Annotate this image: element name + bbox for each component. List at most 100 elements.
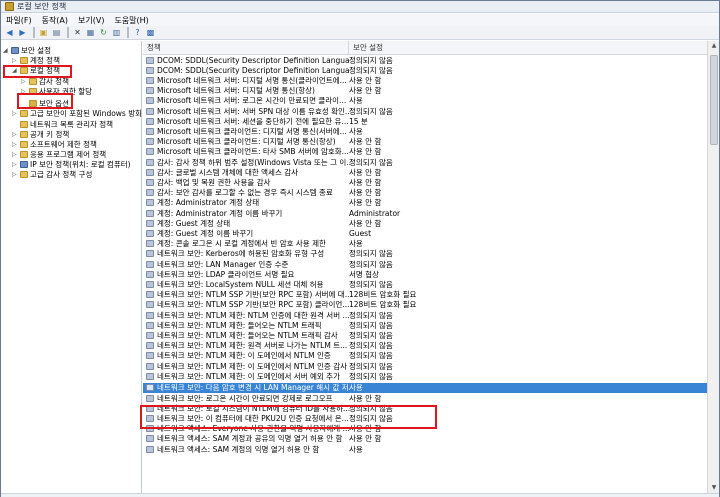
policy-row[interactable]: 네트워크 보안: NTLM SSP 기반(보안 RPC 포함) 클라이언... 1…	[143, 300, 707, 310]
policy-row[interactable]: Microsoft 네트워크 클라이언트: 디지털 서명 통신(서버에... 사용	[143, 126, 707, 136]
tree-item[interactable]: ◢ 보안 설정	[3, 45, 51, 55]
menu-action[interactable]: 동작(A)	[42, 15, 68, 26]
policy-row[interactable]: Microsoft 네트워크 서버: 세션을 중단하기 전에 필요한 유... 1…	[143, 116, 707, 126]
tree-item[interactable]: ▷ 고급 감사 정책 구성	[12, 169, 92, 179]
scroll-down-icon[interactable]: ▼	[708, 483, 720, 493]
tree-toggle-icon[interactable]: ▷	[12, 141, 18, 148]
scrollbar-thumb[interactable]	[710, 55, 718, 145]
tree-item[interactable]: ▷ 응용 프로그램 제어 정책	[12, 149, 106, 159]
policy-row[interactable]: Microsoft 네트워크 클라이언트: 타사 SMB 서버에 암호화... 사…	[143, 147, 707, 157]
policy-row[interactable]: 네트워크 보안: 로컬 시스템이 NTLM에 컴퓨터 ID를 사용하... 정의되…	[143, 403, 707, 413]
title-bar: 로컬 보안 정책	[1, 1, 719, 13]
policy-row[interactable]: 네트워크 보안: NTLM 제한: 이 도메인에서 NTLM 인증 감사 정의되지…	[143, 361, 707, 371]
policy-row[interactable]: Microsoft 네트워크 클라이언트: 디지털 서명 통신(항상) 사용 안 …	[143, 137, 707, 147]
tree-item[interactable]: ◢ 로컬 정책	[12, 65, 60, 75]
tree-toggle-icon[interactable]: ▷	[12, 110, 18, 117]
policy-row[interactable]: 계정: Guest 계정 이름 바꾸기 Guest	[143, 228, 707, 238]
tree-toggle-icon[interactable]: ▷	[12, 151, 18, 158]
tree-item[interactable]: ▷ 사용자 권한 할당	[21, 86, 92, 96]
policy-row[interactable]: 감사: 보안 감사를 로그할 수 없는 경우 즉시 시스템 종료 사용 안 함	[143, 188, 707, 198]
policy-row[interactable]: 네트워크 보안: NTLM 제한: 들어오는 NTLM 트래픽 감사 정의되지 않…	[143, 330, 707, 340]
tree-pane: ◢ 보안 설정 ▷ 계정 정책 ◢ 로컬 정책 ▷ 감사 정책 ▷ 사용자 권한 할당 보안 옵션 ▷…	[1, 41, 142, 493]
policy-setting: Administrator	[349, 208, 401, 218]
tree-toggle-icon[interactable]: ▷	[12, 57, 18, 64]
policy-row[interactable]: 네트워크 보안: 이 컴퓨터에 대한 PKU2U 인증 요청에서 온... 정의되…	[143, 414, 707, 424]
mmc-icon[interactable]: ▩	[145, 27, 156, 38]
policy-icon	[146, 250, 154, 258]
tree-toggle-icon[interactable]: ◢	[12, 67, 18, 74]
policy-icon	[146, 270, 154, 278]
menu-view[interactable]: 보기(V)	[78, 15, 104, 26]
forward-icon[interactable]: ▶	[17, 27, 28, 38]
policy-row[interactable]: 네트워크 보안: NTLM 제한: 원격 서버로 나가는 NTLM 트... 정의…	[143, 341, 707, 351]
policy-row[interactable]: 계정: 콘솔 로그온 시 로컬 계정에서 빈 암호 사용 제한 사용	[143, 239, 707, 249]
policy-row[interactable]: 네트워크 보안: NTLM 제한: 이 도메인에서 NTLM 인증 정의되지 않음	[143, 351, 707, 361]
policy-row[interactable]: Microsoft 네트워크 서버: 디지털 서명 통신(클라이언트에... 사용…	[143, 75, 707, 85]
policy-row[interactable]: 감사: 글로벌 시스템 개체에 대한 액세스 감사 사용 안 함	[143, 167, 707, 177]
folder-icon	[20, 150, 28, 158]
tree-toggle-icon[interactable]: ◢	[3, 47, 9, 54]
policy-row[interactable]: 네트워크 액세스: SAM 계정과 공유의 익명 열거 허용 안 함 사용 안 함	[143, 434, 707, 444]
policy-icon	[146, 127, 154, 135]
scroll-up-icon[interactable]: ▲	[708, 41, 720, 51]
tree-item[interactable]: ▷ IP 보안 정책(위치: 로컬 컴퓨터)	[12, 159, 131, 169]
refresh-icon[interactable]: ↻	[98, 27, 109, 38]
policy-row[interactable]: 네트워크 액세스: Everyone 사용 권한을 익명 사용자에게 ... 사용…	[143, 424, 707, 434]
export-icon[interactable]: ▥	[111, 27, 122, 38]
policy-row[interactable]: 네트워크 액세스: SAM 계정의 익명 열거 허용 안 함 사용	[143, 444, 707, 454]
policy-icon	[146, 148, 154, 156]
menu-help[interactable]: 도움말(H)	[114, 15, 148, 26]
policy-row[interactable]: 네트워크 보안: LocalSystem NULL 세션 대체 허용 정의되지 않…	[143, 279, 707, 289]
tree-toggle-icon[interactable]: ▷	[21, 88, 27, 95]
policy-row[interactable]: DCOM: SDDL(Security Descriptor Definitio…	[143, 55, 707, 65]
policy-row[interactable]: 네트워크 보안: NTLM 제한: 이 도메인에서 서버 예외 추가 정의되지 않…	[143, 371, 707, 381]
properties-icon[interactable]: ▦	[85, 27, 96, 38]
tree-toggle-icon[interactable]: ▷	[12, 131, 18, 138]
policy-row[interactable]: 감사: 감사 정책 하위 범주 설정(Windows Vista 또는 그 이.…	[143, 157, 707, 167]
policy-row[interactable]: 계정: Administrator 계정 상태 사용 안 함	[143, 198, 707, 208]
list-header: 정책 보안 설정	[143, 41, 707, 55]
policy-row[interactable]: 감사: 백업 및 복원 권한 사용을 감사 사용 안 함	[143, 177, 707, 187]
tree-item[interactable]: ▷ 소프트웨어 제한 정책	[12, 139, 97, 149]
column-header-policy[interactable]: 정책	[143, 41, 349, 55]
policy-row[interactable]: 네트워크 보안: NTLM 제한: NTLM 인증에 대한 원격 서버 ... 정…	[143, 310, 707, 320]
policy-row[interactable]: 네트워크 보안: NTLM SSP 기반(보안 RPC 포함) 서버에 대...…	[143, 290, 707, 300]
menu-file[interactable]: 파일(F)	[6, 15, 32, 26]
policy-icon	[146, 445, 154, 453]
tree-item[interactable]: 보안 옵션	[21, 98, 69, 108]
policy-row-selected[interactable]: 네트워크 보안: 다음 암호 변경 시 LAN Manager 해시 값 저..…	[143, 382, 707, 394]
policy-row[interactable]: 네트워크 보안: LDAP 클라이언트 서명 필요 서명 협상	[143, 269, 707, 279]
vertical-scrollbar[interactable]: ▲ ▼	[707, 41, 719, 493]
policy-row[interactable]: 네트워크 보안: Kerberos에 허용된 암호화 유형 구성 정의되지 않음	[143, 249, 707, 259]
policy-row[interactable]: Microsoft 네트워크 서버: 서버 SPN 대상 이름 유효성 확인..…	[143, 106, 707, 116]
tree-toggle-icon[interactable]: ▷	[12, 171, 18, 178]
show-pane-icon[interactable]: ▤	[51, 27, 62, 38]
tree-item[interactable]: ▷ 공개 키 정책	[12, 129, 69, 139]
column-header-setting[interactable]: 보안 설정	[349, 41, 707, 55]
policy-row[interactable]: Microsoft 네트워크 서버: 로그온 시간이 만료되면 클라이... 사용	[143, 96, 707, 106]
policy-icon	[146, 189, 154, 197]
policy-setting: 사용 안 함	[349, 198, 382, 208]
policy-row[interactable]: 계정: Guest 계정 상태 사용 안 함	[143, 218, 707, 228]
policy-row[interactable]: 네트워크 보안: NTLM 제한: 들어오는 NTLM 트래픽 정의되지 않음	[143, 320, 707, 330]
policy-icon	[146, 178, 154, 186]
policy-row[interactable]: 계정: Administrator 계정 이름 바꾸기 Administrator	[143, 208, 707, 218]
policy-row[interactable]: 네트워크 보안: LAN Manager 인증 수준 정의되지 않음	[143, 259, 707, 269]
tree-item[interactable]: ▷ 계정 정책	[12, 55, 60, 65]
policy-setting: Guest	[349, 228, 372, 238]
policy-row[interactable]: Microsoft 네트워크 서버: 디지털 서명 통신(항상) 사용 안 함	[143, 86, 707, 96]
help-icon[interactable]: ?	[132, 27, 143, 38]
tree-toggle-icon[interactable]: ▷	[12, 161, 18, 168]
policy-list-pane: 정책 보안 설정 DCOM: SDDL(Security Descriptor …	[143, 41, 707, 493]
up-folder-icon[interactable]: ▣	[38, 27, 49, 38]
policy-row[interactable]: 네트워크 보안: 로그온 시간이 만료되면 강제로 로그오프 사용 안 함	[143, 393, 707, 403]
tree-item[interactable]: ▷ 감사 정책	[21, 76, 69, 86]
tree-item[interactable]: 네트워크 목록 관리자 정책	[12, 119, 113, 129]
policy-row[interactable]: DCOM: SDDL(Security Descriptor Definitio…	[143, 65, 707, 75]
tree-item[interactable]: ▷ 고급 보안이 포함된 Windows 방화벽	[12, 108, 141, 118]
delete-icon[interactable]: ✕	[72, 27, 83, 38]
toolbar-separator	[67, 27, 69, 38]
tree-toggle-icon[interactable]: ▷	[21, 78, 27, 85]
policy-icon	[146, 352, 154, 360]
back-icon[interactable]: ◀	[4, 27, 15, 38]
